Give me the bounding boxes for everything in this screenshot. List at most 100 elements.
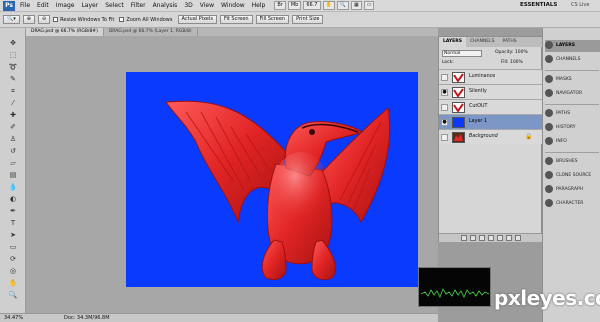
hand-tool-icon[interactable]: ✋ — [6, 278, 20, 288]
clone-stamp-tool-icon[interactable]: ♙ — [6, 134, 20, 144]
dock-info[interactable]: INFO — [545, 136, 600, 148]
quick-select-tool-icon[interactable]: ✎ — [6, 74, 20, 84]
zoom-tool-preset-icon[interactable]: 🔍▾ — [3, 15, 20, 24]
add-mask-icon[interactable] — [479, 235, 485, 241]
actual-pixels-button[interactable]: Actual Pixels — [177, 15, 217, 24]
zoom-tool-icon[interactable]: 🔍 — [336, 1, 349, 10]
screen-mode-icon[interactable]: ▭ — [363, 1, 375, 10]
cs-live-button[interactable]: CS Live — [571, 2, 589, 8]
tab-layers[interactable]: LAYERS — [439, 37, 466, 47]
menu-filter[interactable]: Filter — [131, 2, 146, 9]
trash-icon[interactable] — [515, 235, 521, 241]
history-brush-tool-icon[interactable]: ↺ — [6, 146, 20, 156]
adjustment-layer-icon[interactable] — [488, 235, 494, 241]
paragraph-icon — [545, 184, 553, 193]
menu-select[interactable]: Select — [105, 2, 124, 9]
blend-mode-select[interactable]: Normal — [442, 50, 482, 57]
zoom-level-dropdown[interactable]: 66.7 — [303, 1, 321, 10]
checkbox-icon[interactable] — [53, 17, 59, 22]
eye-icon[interactable]: ● — [441, 119, 448, 126]
menu-window[interactable]: Window — [221, 2, 245, 9]
fill-screen-button[interactable]: Fill Screen — [255, 15, 290, 24]
document-canvas[interactable] — [126, 72, 418, 287]
lasso-tool-icon[interactable]: ➰ — [6, 62, 20, 72]
3d-camera-tool-icon[interactable]: ◎ — [6, 266, 20, 276]
arrange-documents-icon[interactable]: ▦ — [350, 1, 362, 10]
doc-tab-active[interactable]: DRAG.psd @ 66.7% (RGB/8#) — [26, 28, 104, 36]
menu-layer[interactable]: Layer — [81, 2, 98, 9]
layer-row[interactable]: Background 🔒 — [439, 129, 543, 144]
zoom-readout[interactable]: 34.47% — [4, 315, 23, 321]
layer-row[interactable]: ● Silently — [439, 84, 543, 99]
opacity-field[interactable]: Opacity: 100% — [495, 50, 528, 55]
dock-clone-source[interactable]: CLONE SOURCE — [545, 170, 600, 182]
print-size-button[interactable]: Print Size — [292, 15, 324, 24]
layer-name[interactable]: Luminance — [469, 74, 495, 79]
doc-tab-2[interactable]: DRAG.psd @ 66.7% (Layer 1, RGB/8) — [104, 28, 198, 36]
path-select-tool-icon[interactable]: ➤ — [6, 230, 20, 240]
dodge-tool-icon[interactable]: ◐ — [6, 194, 20, 204]
dock-brushes[interactable]: BRUSHES — [545, 156, 600, 168]
visibility-toggle[interactable] — [441, 74, 448, 81]
link-layers-icon[interactable] — [461, 235, 467, 241]
dock-paths[interactable]: PATHS — [545, 108, 600, 120]
blur-tool-icon[interactable]: 💧 — [6, 182, 20, 192]
workspace-switcher[interactable]: ESSENTIALS — [520, 2, 557, 8]
dock-character[interactable]: CHARACTER — [545, 198, 600, 210]
checkbox-icon[interactable] — [119, 17, 125, 22]
layer-name[interactable]: Silently — [469, 89, 487, 94]
crop-tool-icon[interactable]: ⌗ — [6, 86, 20, 96]
dock-history[interactable]: HISTORY — [545, 122, 600, 134]
menu-edit[interactable]: Edit — [37, 2, 49, 9]
layer-row[interactable]: Luminance — [439, 69, 543, 84]
new-group-icon[interactable] — [497, 235, 503, 241]
hand-tool-icon[interactable]: ✋ — [322, 1, 335, 10]
dock-navigator[interactable]: NAVIGATOR — [545, 88, 600, 100]
brush-tool-icon[interactable]: ✐ — [6, 122, 20, 132]
new-layer-icon[interactable] — [506, 235, 512, 241]
bridge-button[interactable]: Br — [274, 1, 286, 10]
move-tool-icon[interactable]: ✥ — [6, 38, 20, 48]
zoom-all-windows-check[interactable]: Zoom All Windows — [119, 17, 173, 23]
zoom-out-icon[interactable]: ⊖ — [37, 15, 51, 24]
layer-name[interactable]: Layer 1 — [469, 119, 487, 124]
layers-panel-footer — [439, 233, 543, 242]
layer-style-icon[interactable] — [470, 235, 476, 241]
marquee-tool-icon[interactable]: ⬚ — [6, 50, 20, 60]
healing-brush-tool-icon[interactable]: ✚ — [6, 110, 20, 120]
visibility-toggle[interactable] — [441, 134, 448, 141]
layer-row-selected[interactable]: ● Layer 1 — [439, 114, 543, 129]
lock-label: Lock: — [442, 60, 454, 65]
zoom-tool-icon[interactable]: 🔍 — [6, 290, 20, 300]
dock-layers[interactable]: LAYERS — [545, 40, 600, 52]
layer-row[interactable]: CutOUT — [439, 99, 543, 114]
dock-masks[interactable]: MASKS — [545, 74, 600, 86]
eye-icon[interactable]: ● — [441, 89, 448, 96]
tab-paths[interactable]: PATHS — [499, 37, 521, 47]
type-tool-icon[interactable]: T — [6, 218, 20, 228]
menu-file[interactable]: File — [20, 2, 30, 9]
pen-tool-icon[interactable]: ✒ — [6, 206, 20, 216]
dock-divider — [545, 152, 599, 153]
tab-channels[interactable]: CHANNELS — [466, 37, 499, 47]
minibridge-button[interactable]: Mb — [287, 1, 302, 10]
dock-channels[interactable]: CHANNELS — [545, 54, 600, 66]
visibility-toggle[interactable] — [441, 104, 448, 111]
gradient-tool-icon[interactable]: ▤ — [6, 170, 20, 180]
layer-name[interactable]: CutOUT — [469, 104, 488, 109]
eraser-tool-icon[interactable]: ▱ — [6, 158, 20, 168]
fill-field[interactable]: Fill: 100% — [501, 60, 523, 65]
resize-windows-check[interactable]: Resize Windows To Fit — [53, 17, 114, 23]
3d-rotate-tool-icon[interactable]: ⟳ — [6, 254, 20, 264]
menu-help[interactable]: Help — [252, 2, 266, 9]
menu-analysis[interactable]: Analysis — [153, 2, 178, 9]
menu-3d[interactable]: 3D — [184, 2, 192, 9]
menu-view[interactable]: View — [200, 2, 214, 9]
fit-screen-button[interactable]: Fit Screen — [219, 15, 253, 24]
dock-paragraph[interactable]: PARAGRAPH — [545, 184, 600, 196]
layer-name[interactable]: Background — [469, 134, 498, 139]
eyedropper-tool-icon[interactable]: ⁄ — [6, 98, 20, 108]
menu-image[interactable]: Image — [56, 2, 75, 9]
zoom-in-icon[interactable]: ⊕ — [22, 15, 35, 24]
shape-tool-icon[interactable]: ▭ — [6, 242, 20, 252]
